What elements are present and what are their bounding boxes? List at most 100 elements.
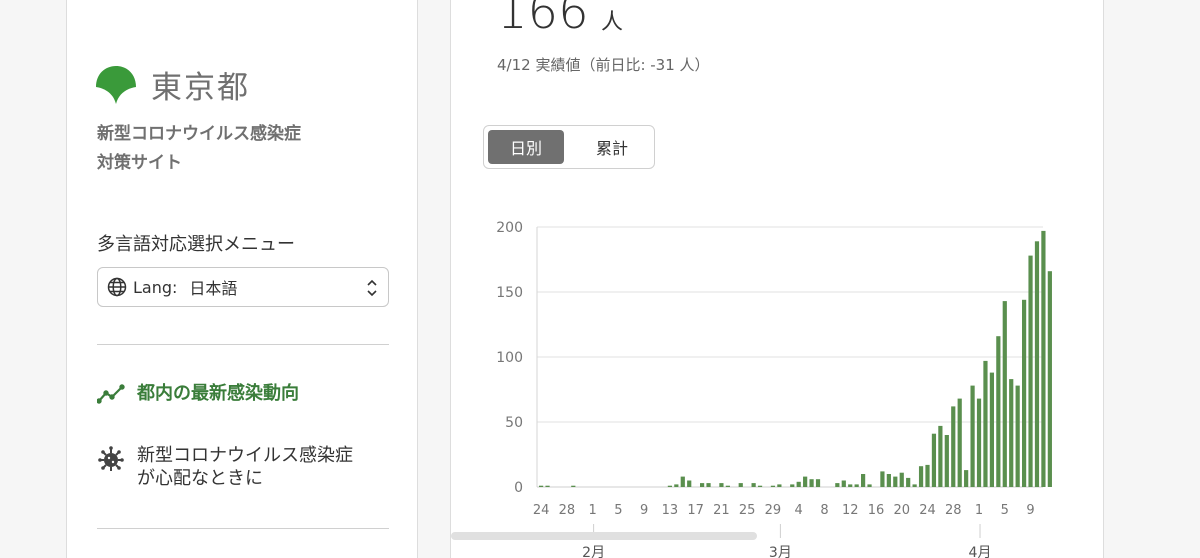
bar [571,485,576,487]
bar [931,433,937,487]
bar [790,484,795,487]
daily-cases-bar-chart: 0 50 100 150 200 24 28 1 5 9 13 17 21 25 29 4 8 12 16 20 24 2… [496,220,1052,558]
nav-item-when-worried[interactable]: 新型コロナウイルス感染症 が心配なときに [97,444,353,490]
chart-horizontal-scrollbar[interactable] [451,532,757,540]
bar [725,485,730,487]
x-tick-label: 21 [713,503,730,518]
bar [1028,255,1033,487]
y-tick-label: 50 [505,415,523,431]
sidebar-divider [97,528,389,529]
bar [996,336,1001,487]
trend-chart-icon [97,384,125,404]
sidebar-divider [97,344,389,345]
x-tick-label: 24 [919,503,936,518]
x-tick-label: 5 [1001,503,1009,518]
site-title[interactable]: 新型コロナウイルス感染症 対策サイト [97,120,301,178]
y-tick-label: 200 [496,220,523,236]
logo-text: 東京都 [151,70,250,106]
bar [803,476,808,487]
bar [777,484,782,487]
bar [925,464,930,487]
lang-prefix: Lang: [133,277,178,297]
bar [899,472,904,487]
bar [906,477,911,487]
bar [964,470,969,487]
bar [918,466,924,487]
bar [1002,301,1007,487]
bar [989,372,994,487]
bar [1041,230,1046,487]
month-label: 3月 [769,545,792,558]
x-tick-label: 12 [842,503,859,518]
x-tick-label: 8 [820,503,828,518]
x-tick-label: 25 [739,503,756,518]
bar [912,484,917,487]
bar [687,480,692,487]
bar [886,474,891,487]
sidebar: 東京都 新型コロナウイルス感染症 対策サイト 多言語対応選択メニュー Lang:… [66,0,418,558]
bar [545,485,550,487]
bar [976,398,982,487]
bar [1034,241,1040,487]
bar [667,485,672,487]
bar [674,484,679,487]
bar [841,480,846,487]
bar [770,485,776,487]
bar [938,425,943,487]
tokyo-ginkgo-logo-icon [96,65,136,104]
bar [757,485,763,487]
lang-menu-label: 多言語対応選択メニュー [97,234,295,255]
bar [1015,385,1020,487]
daily-cases-card: 166 人 4/12 実績値（前日比: -31 人） 日別 累計 0 50 100 1… [450,0,1104,558]
x-tick-label: 5 [614,503,622,518]
bar [880,471,885,487]
bar [700,483,705,487]
language-select[interactable]: Lang: 日本語 [97,267,389,307]
bar [706,483,711,487]
bar [815,479,821,487]
month-label: 4月 [969,545,992,558]
bar [1022,299,1027,487]
bar [848,484,853,487]
x-tick-label: 16 [868,503,885,518]
bar [867,484,872,487]
x-tick-label: 24 [533,503,550,518]
bar [970,385,975,487]
chevron-up-down-icon [367,279,377,297]
bar [1009,379,1014,487]
nav-item-latest-trends[interactable]: 都内の最新感染動向 [97,382,299,406]
x-tick-label: 9 [640,503,648,518]
globe-icon [107,277,127,297]
x-tick-label: 17 [687,503,704,518]
bar [957,398,962,487]
bar [738,483,743,487]
y-tick-label: 150 [496,285,523,301]
nav-label-line1: 新型コロナウイルス感染症 [137,445,353,466]
x-tick-label: 9 [1026,503,1034,518]
bar [861,474,866,487]
site-title-line1: 新型コロナウイルス感染症 [97,124,301,144]
bar [796,481,801,487]
y-tick-label: 0 [514,480,523,496]
x-tick-label: 1 [975,503,983,518]
nav-label-line2: が心配なときに [137,468,263,489]
lang-selected-value: 日本語 [189,279,238,298]
bar [835,483,840,487]
nav-label-latest-trends: 都内の最新感染動向 [137,383,299,404]
bar [893,476,898,487]
bar [809,479,814,487]
bar [1047,271,1052,487]
site-logo[interactable]: 東京都 [95,62,250,107]
bar [680,476,685,487]
site-title-line2: 対策サイト [97,153,182,173]
x-tick-label: 20 [893,503,910,518]
virus-icon [98,446,124,471]
bar [951,406,956,487]
y-tick-label: 100 [496,350,523,366]
x-tick-label: 13 [662,503,679,518]
x-tick-label: 28 [559,503,576,518]
x-tick-label: 1 [588,503,596,518]
bar [983,360,988,487]
bar [719,483,724,487]
x-tick-label: 4 [795,503,803,518]
